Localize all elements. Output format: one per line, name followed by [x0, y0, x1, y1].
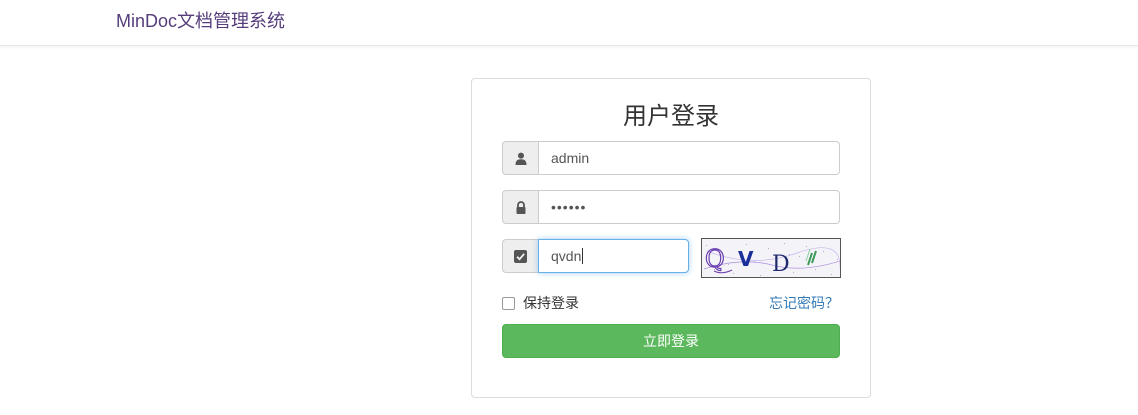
username-input[interactable]: admin [538, 141, 840, 175]
login-panel: 用户登录 admin •••••• qvdn Q V D 保持登录 忘记密码？ … [471, 78, 871, 398]
captcha-image[interactable]: Q V D [701, 238, 841, 278]
captcha-group: qvdn [502, 239, 689, 273]
password-group: •••••• [502, 190, 840, 224]
login-button[interactable]: 立即登录 [502, 324, 840, 358]
brand-title[interactable]: MinDoc文档管理系统 [116, 9, 285, 33]
forgot-password-link[interactable]: 忘记密码？ [769, 293, 839, 313]
svg-text:D: D [772, 252, 790, 277]
svg-text:V: V [738, 247, 754, 271]
remember-login[interactable]: 保持登录 [502, 293, 579, 313]
login-title: 用户登录 [623, 103, 719, 130]
top-navbar: MinDoc文档管理系统 [0, 0, 1138, 46]
check-square-icon [502, 239, 538, 273]
captcha-input[interactable]: qvdn [538, 239, 689, 273]
remember-checkbox[interactable] [502, 296, 515, 310]
captcha-input-value: qvdn [551, 248, 582, 264]
remember-label: 保持登录 [523, 295, 579, 311]
username-group: admin [502, 141, 840, 175]
lock-icon [502, 190, 538, 224]
svg-text:Q: Q [705, 245, 725, 273]
text-caret [582, 248, 584, 264]
password-input[interactable]: •••••• [538, 190, 840, 224]
user-icon [502, 141, 538, 175]
